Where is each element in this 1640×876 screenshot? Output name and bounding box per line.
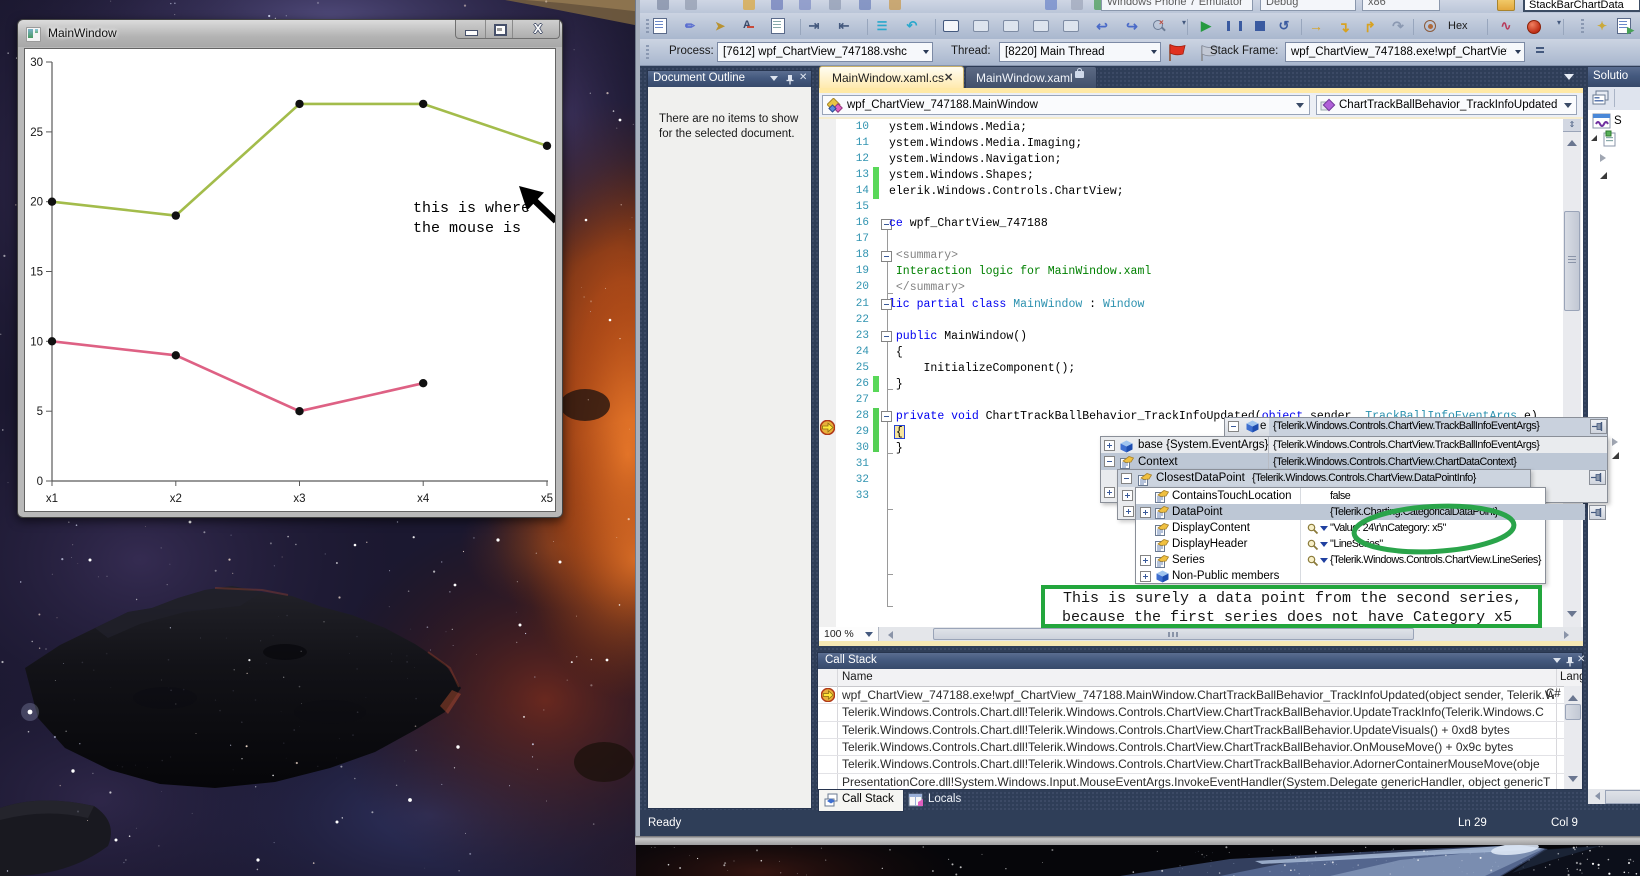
svg-text:x1: x1 [46, 493, 58, 505]
svg-text:10: 10 [30, 336, 43, 348]
svg-text:x4: x4 [417, 493, 430, 505]
svg-text:the mouse is: the mouse is [413, 220, 521, 237]
svg-text:this is where: this is where [413, 200, 530, 217]
svg-text:5: 5 [37, 406, 43, 418]
svg-text:x3: x3 [293, 493, 305, 505]
svg-text:15: 15 [30, 267, 43, 279]
svg-text:30: 30 [30, 57, 43, 69]
svg-text:0: 0 [37, 476, 43, 488]
svg-text:x5: x5 [541, 493, 553, 505]
svg-text:x2: x2 [170, 493, 182, 505]
svg-text:25: 25 [30, 127, 43, 139]
svg-text:20: 20 [30, 197, 43, 209]
